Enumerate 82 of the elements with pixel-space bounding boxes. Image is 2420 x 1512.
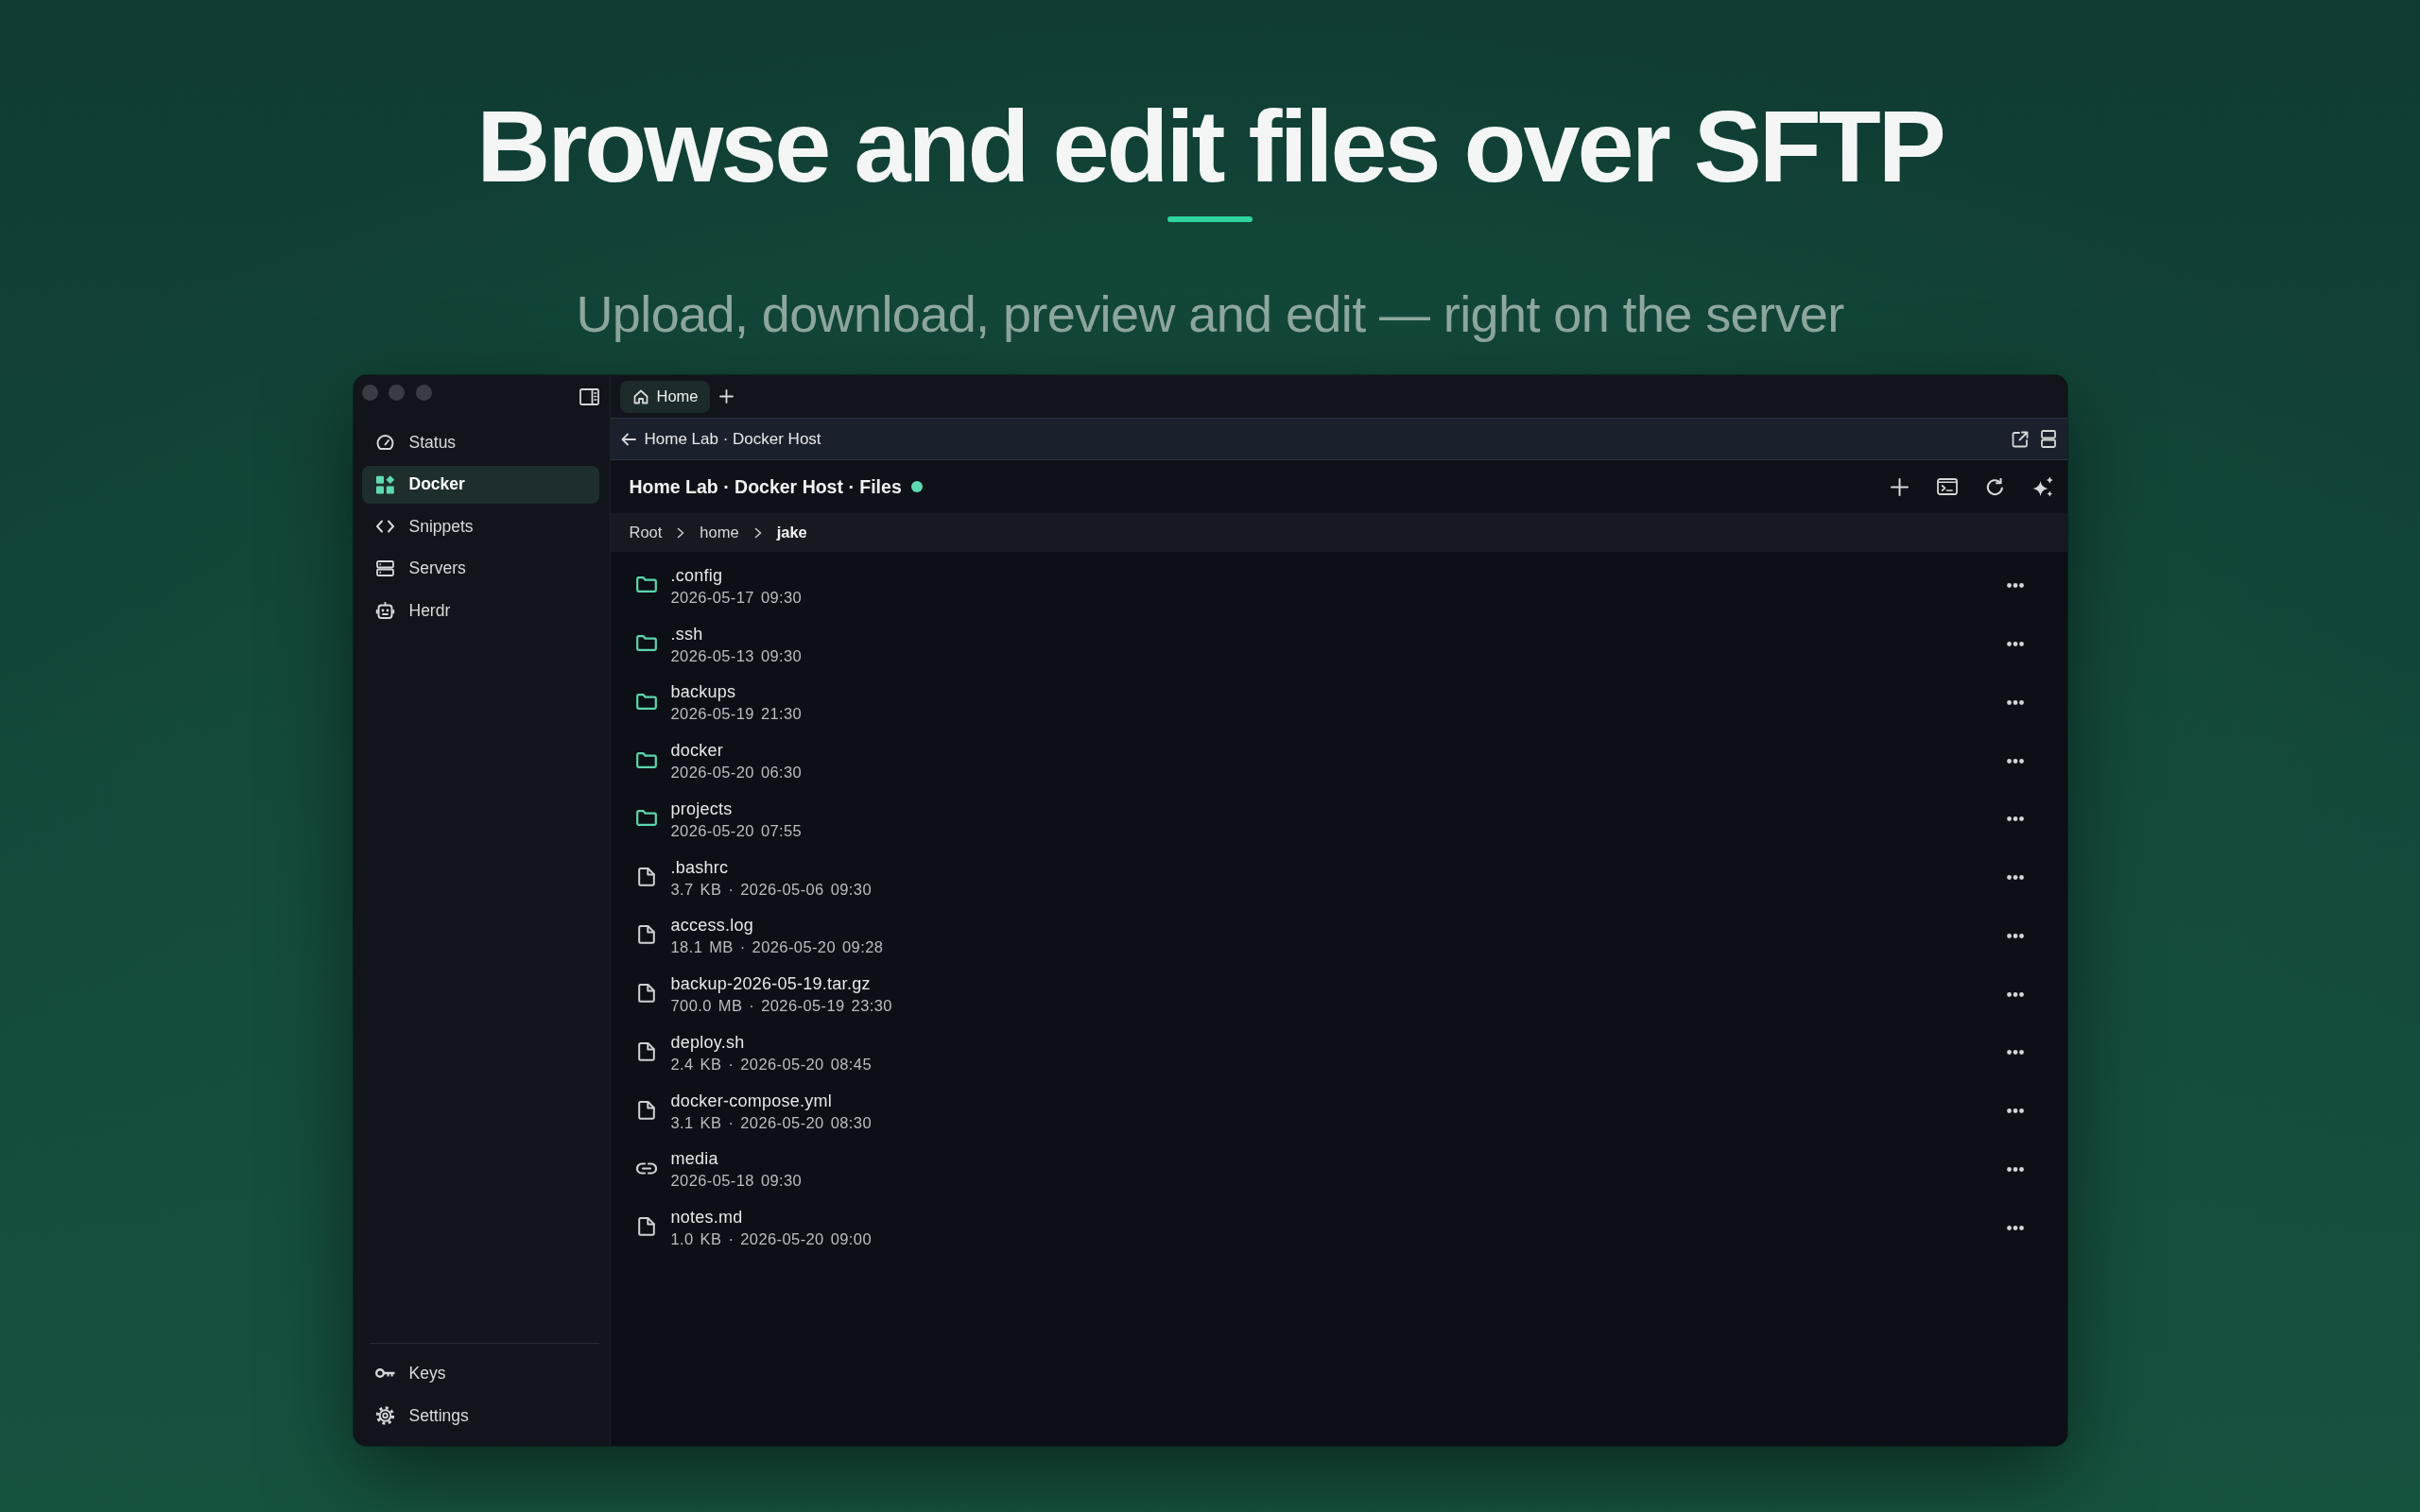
- file-name: backups: [670, 681, 737, 703]
- file-details: 3.7 KB · 2026-05-06 09:30: [670, 879, 872, 899]
- sidebar-icon[interactable]: [579, 388, 599, 405]
- sidebar-item[interactable]: Keys: [361, 1354, 599, 1392]
- file-details: 2026-05-20 06:30: [670, 763, 803, 782]
- ellipsis-icon[interactable]: [2006, 583, 2024, 589]
- key-icon: [374, 1367, 395, 1379]
- house-icon: [632, 388, 648, 404]
- ellipsis-icon[interactable]: [2006, 1166, 2024, 1172]
- sidebar-item[interactable]: Herdr: [361, 592, 599, 629]
- file-name: .config: [670, 564, 724, 586]
- sidebar-item[interactable]: Servers: [361, 549, 599, 588]
- folder-icon: [635, 635, 657, 652]
- plus-icon[interactable]: [1890, 477, 1909, 496]
- tab[interactable]: Home: [619, 380, 710, 413]
- folder-icon: [635, 751, 657, 768]
- terminal-icon[interactable]: [1936, 478, 1958, 495]
- file-details: 2026-05-13 09:30: [670, 645, 803, 665]
- breadcrumb-link[interactable]: home: [700, 524, 739, 541]
- panel-title: Home Lab · Docker Host · Files: [629, 475, 902, 498]
- document-icon: [637, 925, 655, 945]
- ellipsis-icon[interactable]: [2006, 933, 2024, 938]
- settings-icon: [374, 1406, 395, 1425]
- ellipsis-icon[interactable]: [2006, 1108, 2024, 1114]
- sidebar-item[interactable]: Status: [361, 423, 599, 461]
- robot-icon: [374, 602, 395, 619]
- file-name: .bashrc: [670, 856, 730, 878]
- sidebar-item[interactable]: Snippets: [361, 507, 599, 545]
- breadcrumb-link[interactable]: jake: [776, 524, 807, 541]
- folder-icon: [635, 576, 657, 593]
- link-icon: [635, 1161, 657, 1175]
- chevron-icon: [677, 526, 685, 539]
- file-details: 3.1 KB · 2026-05-20 08:30: [670, 1112, 872, 1132]
- code-icon: [374, 520, 395, 533]
- document-icon: [637, 1041, 655, 1061]
- ellipsis-icon[interactable]: [2006, 875, 2024, 881]
- blocks-icon: [374, 474, 395, 494]
- file-details: 2026-05-19 21:30: [670, 704, 803, 724]
- document-icon: [637, 984, 655, 1004]
- ellipsis-icon[interactable]: [2006, 1050, 2024, 1056]
- sidebar-item[interactable]: Settings: [361, 1397, 599, 1435]
- sidebar-item[interactable]: Docker: [361, 465, 599, 504]
- headline: Browse and edit files over SFTP: [476, 88, 1944, 205]
- document-icon: [637, 1100, 655, 1120]
- folder-icon: [635, 693, 657, 710]
- server-icon: [374, 560, 395, 576]
- chevron-icon: [753, 526, 762, 539]
- file-details: 700.0 MB · 2026-05-19 23:30: [670, 996, 892, 1016]
- folder-icon: [635, 810, 657, 827]
- sparkle-icon[interactable]: [2031, 475, 2054, 498]
- ellipsis-icon[interactable]: [2006, 699, 2024, 705]
- ellipsis-icon[interactable]: [2006, 816, 2024, 822]
- ellipsis-icon[interactable]: [2006, 1225, 2024, 1230]
- plus-icon[interactable]: [718, 389, 734, 404]
- ellipsis-icon[interactable]: [2006, 991, 2024, 997]
- file-name: projects: [670, 798, 734, 819]
- file-name: access.log: [670, 915, 755, 936]
- file-details: 2026-05-18 09:30: [670, 1171, 803, 1191]
- file-name: docker-compose.yml: [670, 1090, 834, 1111]
- file-name: notes.md: [670, 1207, 744, 1228]
- subheadline: Upload, download, preview and edit — right on the server: [576, 284, 1844, 343]
- document-icon: [637, 867, 655, 886]
- file-details: 18.1 MB · 2026-05-20 09:28: [670, 937, 884, 957]
- file-details: 2026-05-20 07:55: [670, 820, 803, 840]
- ellipsis-icon[interactable]: [2006, 758, 2024, 764]
- file-name: media: [670, 1148, 719, 1170]
- file-details: 1.0 KB · 2026-05-20 09:00: [670, 1229, 872, 1249]
- file-name: deploy.sh: [670, 1031, 746, 1053]
- refresh-icon[interactable]: [1985, 477, 2004, 496]
- header-title: Home Lab · Docker Host: [644, 429, 821, 449]
- ellipsis-icon[interactable]: [2006, 642, 2024, 647]
- file-details: 2026-05-17 09:30: [670, 587, 803, 607]
- file-name: .ssh: [670, 623, 704, 644]
- breadcrumb-link[interactable]: Root: [629, 524, 663, 541]
- arrow-left-icon[interactable]: [620, 432, 636, 446]
- file-details: 2.4 KB · 2026-05-20 08:45: [670, 1054, 872, 1074]
- stacked-panels-icon[interactable]: [2040, 430, 2056, 448]
- external-link-icon[interactable]: [2011, 430, 2029, 448]
- gauge-icon: [374, 434, 395, 451]
- file-name: backup-2026-05-19.tar.gz: [670, 973, 872, 995]
- document-icon: [637, 1217, 655, 1237]
- file-name: docker: [670, 740, 725, 762]
